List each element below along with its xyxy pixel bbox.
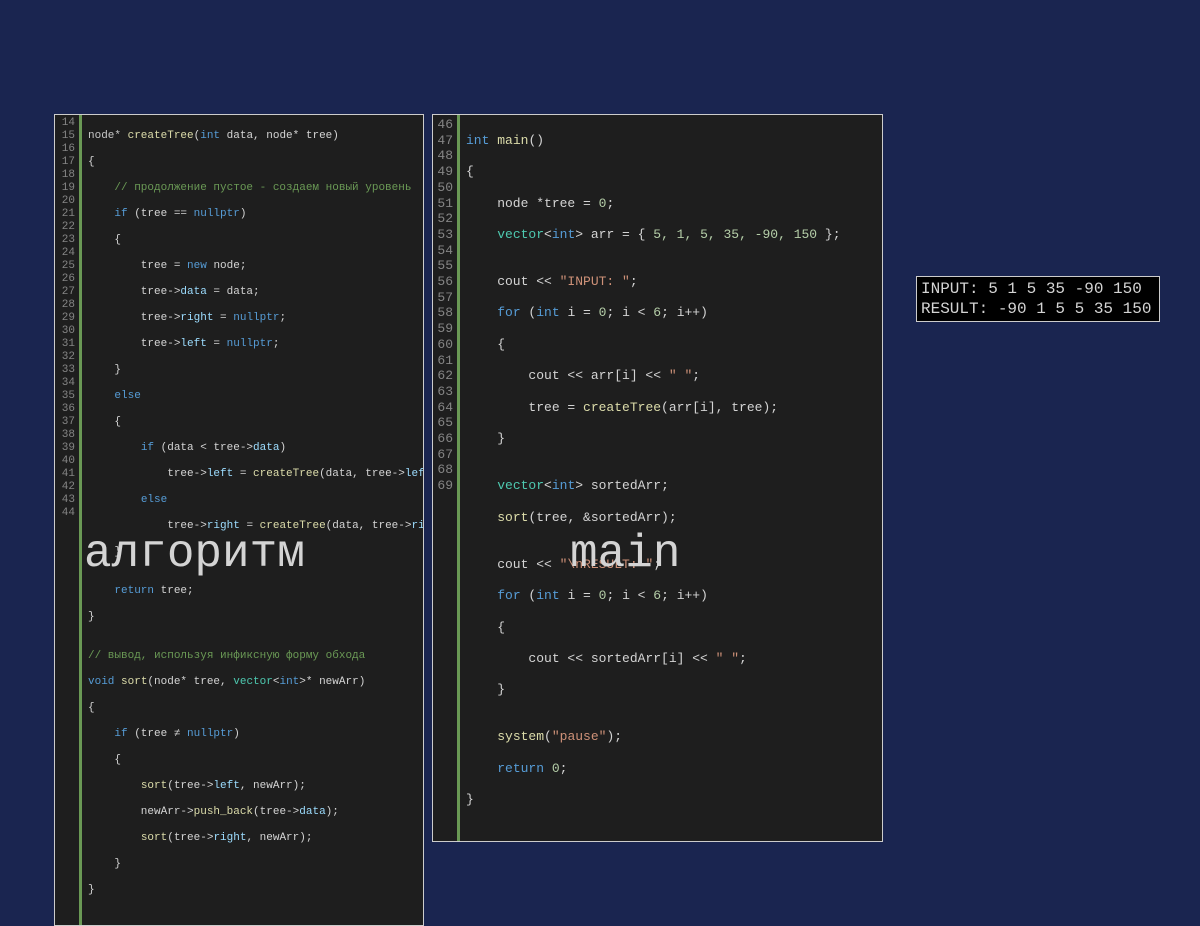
output-line-result: RESULT: -90 1 5 5 35 150 [921,299,1151,319]
caption-main: main [570,528,680,580]
code-content-left: node* createTree(int data, node* tree) {… [82,115,423,925]
caption-algorithm: алгоритм [84,528,305,580]
console-output: INPUT: 5 1 5 35 -90 150 RESULT: -90 1 5 … [916,276,1160,322]
code-block-algorithm: 1415161718192021222324252627282930313233… [54,114,424,926]
line-gutter-right: 4647484950515253545556575859606162636465… [433,115,460,841]
code-block-main: 4647484950515253545556575859606162636465… [432,114,883,842]
line-gutter-left: 1415161718192021222324252627282930313233… [55,115,82,925]
output-line-input: INPUT: 5 1 5 35 -90 150 [921,279,1151,299]
code-content-right: int main() { node *tree = 0; vector<int>… [460,115,847,841]
